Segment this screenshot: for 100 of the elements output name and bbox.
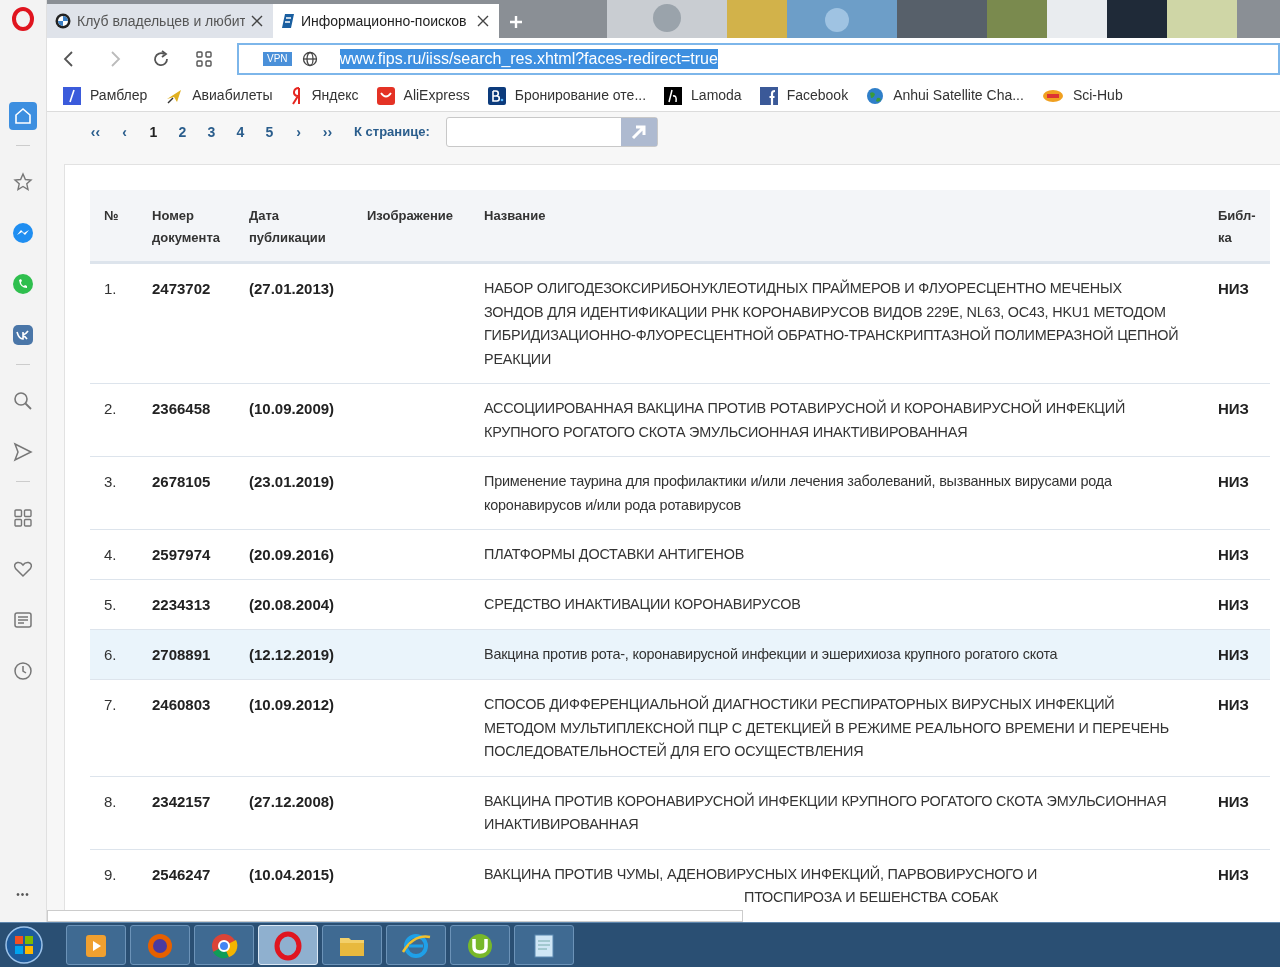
taskbar-button[interactable] — [514, 925, 574, 965]
close-icon[interactable] — [477, 15, 489, 27]
page-link[interactable]: 3 — [197, 121, 226, 143]
send-icon — [12, 441, 34, 463]
row-number: 4. — [104, 546, 117, 563]
publication-date: (27.12.2008) — [249, 792, 335, 810]
browser-tab[interactable]: Клуб владельцев и любит — [47, 4, 273, 38]
publication-date: (10.09.2012) — [249, 696, 335, 713]
slash-icon — [63, 86, 81, 105]
document-title[interactable]: НАБОР ОЛИГОДЕЗОКСИРИБОНУКЛЕОТИДНЫХ ПРАЙМЕРОВ И ФЛУОРЕСЦЕНТНО МЕЧЕНЫХ ЗОНДОВ ДЛЯ ИДЕНТИФИКАЦИИ РНК КОРОНАВИРУСОВ ВИДОВ 229E, NL63, OC43, HKU1 МЕТОДОМ ГИБРИДИЗАЦИОННО-ФЛУОРЕСЦЕНТНОЙ ОБРАТНО-ТРАНСКРИПТАЗНОЙ ПОЛИМЕРАЗНОЙ ЦЕПНОЙ РЕАКЦИИ — [484, 277, 1218, 371]
document-title[interactable]: СРЕДСТВО ИНАКТИВАЦИИ КОРОНАВИРУСОВ — [484, 593, 1218, 617]
library-code: НИЗ — [1218, 696, 1249, 713]
row-number: 8. — [104, 792, 117, 810]
next-page-link[interactable]: › — [284, 121, 313, 143]
taskbar-button[interactable] — [386, 925, 446, 965]
library-code: НИЗ — [1218, 280, 1249, 297]
document-number[interactable]: 2342157 — [152, 792, 211, 810]
publication-date: (20.09.2016) — [249, 546, 335, 563]
clock-icon — [12, 660, 34, 682]
taskbar-button[interactable] — [194, 925, 254, 965]
url-text: www.fips.ru/iiss/search_res.xhtml?faces-redirect=true — [339, 49, 718, 69]
bookmark-link[interactable]: Бронирование оте... — [514, 85, 647, 106]
document-title[interactable]: Применение таурина для профилактики и/или лечения заболеваний, вызванных вирусами рода коронавирусов и/или рода ротавирусов — [484, 470, 1218, 517]
bookmark-link[interactable]: Lamoda — [691, 85, 742, 106]
column-header: Библ- ка — [1218, 207, 1257, 247]
bookmark-link[interactable]: Рамблер — [90, 85, 148, 106]
more-button[interactable]: ••• — [16, 887, 30, 902]
document-number[interactable]: 2473702 — [152, 280, 211, 297]
publication-date: (12.12.2019) — [249, 646, 335, 663]
letter-icon — [664, 86, 683, 105]
globe-icon — [301, 51, 318, 67]
publication-date: (10.04.2015) — [249, 865, 335, 883]
page-link[interactable]: 2 — [168, 121, 197, 143]
sidebar-button[interactable] — [9, 102, 37, 130]
publication-date: (20.08.2004) — [249, 596, 335, 613]
previous-page-link[interactable]: ‹ — [110, 121, 139, 143]
column-header: № — [104, 207, 120, 225]
start-button[interactable] — [4, 925, 44, 965]
bookmark-link[interactable]: AliExpress — [403, 85, 470, 106]
column-header: Номер документа — [152, 207, 222, 247]
row-number: 5. — [104, 596, 117, 613]
smile-icon — [376, 86, 395, 105]
column-header: Название — [484, 207, 547, 225]
document-title[interactable]: ПТОСПИРОЗА И БЕШЕНСТВА СОБАК — [484, 886, 1218, 910]
row-number: 6. — [104, 646, 117, 663]
globe-icon — [866, 86, 885, 105]
tab-title: Информационно-поисков — [301, 11, 468, 31]
opera-logo-icon[interactable] — [12, 7, 34, 31]
bookmark-link[interactable]: Яндекс — [311, 85, 359, 106]
publication-date: (27.01.2013) — [249, 280, 335, 297]
document-title[interactable]: ВАКЦИНА ПРОТИВ ЧУМЫ, АДЕНОВИРУСНЫХ ИНФЕКЦИЙ, ПАРВОВИРУСНОГО И — [484, 862, 1218, 886]
document-title[interactable]: ВАКЦИНА ПРОТИВ КОРОНАВИРУСНОЙ ИНФЕКЦИИ КРУПНОГО РОГАТОГО СКОТА ЭМУЛЬСИОННАЯ ИНАКТИВИРОВАННАЯ — [484, 789, 1218, 837]
taskbar-button[interactable] — [322, 925, 382, 965]
document-number[interactable]: 2546247 — [152, 865, 211, 883]
document-number[interactable]: 2234313 — [152, 596, 211, 613]
page-input[interactable] — [445, 117, 658, 147]
publication-date: (10.09.2009) — [249, 400, 335, 417]
row-number: 9. — [104, 865, 117, 883]
row-number: 2. — [104, 400, 117, 417]
page-link[interactable]: 1 — [139, 121, 168, 143]
letter-icon — [290, 86, 303, 105]
document-number[interactable]: 2597974 — [152, 546, 211, 563]
home-icon — [12, 105, 34, 127]
row-number: 1. — [104, 280, 117, 297]
site-icon — [281, 13, 295, 29]
taskbar-button[interactable] — [66, 925, 126, 965]
last-page-link[interactable]: ›› — [313, 121, 342, 143]
document-number[interactable]: 2708891 — [152, 646, 211, 663]
taskbar-button[interactable] — [130, 925, 190, 965]
phone-icon — [12, 273, 34, 295]
chat-icon — [12, 222, 34, 244]
document-number[interactable]: 2678105 — [152, 473, 211, 490]
new-tab-icon[interactable] — [509, 15, 523, 29]
document-title[interactable]: СПОСОБ ДИФФЕРЕНЦИАЛЬНОЙ ДИАГНОСТИКИ РЕСПИРАТОРНЫХ ВИРУСНЫХ ИНФЕКЦИЙ МЕТОДОМ МУЛЬТИПЛЕКСНОЙ ПЦР С ДЕТЕКЦИЕЙ В РЕЖИМЕ РЕАЛЬНОГО ВРЕМЕНИ И ПЕРЕЧЕНЬ ПОСЛЕДОВАТЕЛЬНОСТЕЙ ДЛЯ ЕГО ОСУЩЕСТВЛЕНИЯ — [484, 693, 1218, 764]
close-icon[interactable] — [251, 15, 263, 27]
bookmark-link[interactable]: Facebook — [786, 85, 849, 106]
bookmark-link[interactable]: Anhui Satellite Cha... — [893, 85, 1024, 106]
document-number[interactable]: 2460803 — [152, 696, 211, 713]
page-link[interactable]: 4 — [226, 121, 255, 143]
browser-tab[interactable]: Информационно-поисков — [273, 4, 499, 38]
document-title[interactable]: АССОЦИИРОВАННАЯ ВАКЦИНА ПРОТИВ РОТАВИРУСНОЙ И КОРОНАВИРУСНОЙ ИНФЕКЦИЙ КРУПНОГО РОГАТОГО СКОТА ЭМУЛЬСИОННАЯ ИНАКТИВИРОВАННАЯ — [484, 397, 1218, 444]
tab-title: Клуб владельцев и любит — [77, 11, 245, 31]
first-page-link[interactable]: ‹‹ — [81, 121, 110, 143]
letter-icon — [487, 86, 506, 105]
library-code: НИЗ — [1218, 865, 1249, 883]
grid-icon[interactable] — [195, 50, 213, 68]
reload-icon[interactable] — [151, 49, 171, 69]
document-title[interactable]: ПЛАТФОРМЫ ДОСТАВКИ АНТИГЕНОВ — [484, 543, 1218, 567]
taskbar-button[interactable] — [450, 925, 510, 965]
bookmark-link[interactable]: Sci-Hub — [1072, 85, 1123, 106]
row-number: 7. — [104, 696, 117, 713]
search-icon — [12, 390, 34, 412]
page-link[interactable]: 5 — [255, 121, 284, 143]
table-row[interactable]: 6. 2708891 (12.12.2019) Вакцина против рота-, коронавирусной инфекции и эшерихиоза крупного рогатого скота НИЗ — [90, 630, 1270, 680]
document-title[interactable]: Вакцина против рота-, коронавирусной инфекции и эшерихиоза крупного рогатого скота — [484, 643, 1218, 667]
library-code: НИЗ — [1218, 792, 1249, 810]
letter-icon — [12, 324, 34, 346]
bookmark-link[interactable]: Авиабилеты — [192, 85, 273, 106]
document-number[interactable]: 2366458 — [152, 400, 211, 417]
library-code: НИЗ — [1218, 546, 1249, 563]
